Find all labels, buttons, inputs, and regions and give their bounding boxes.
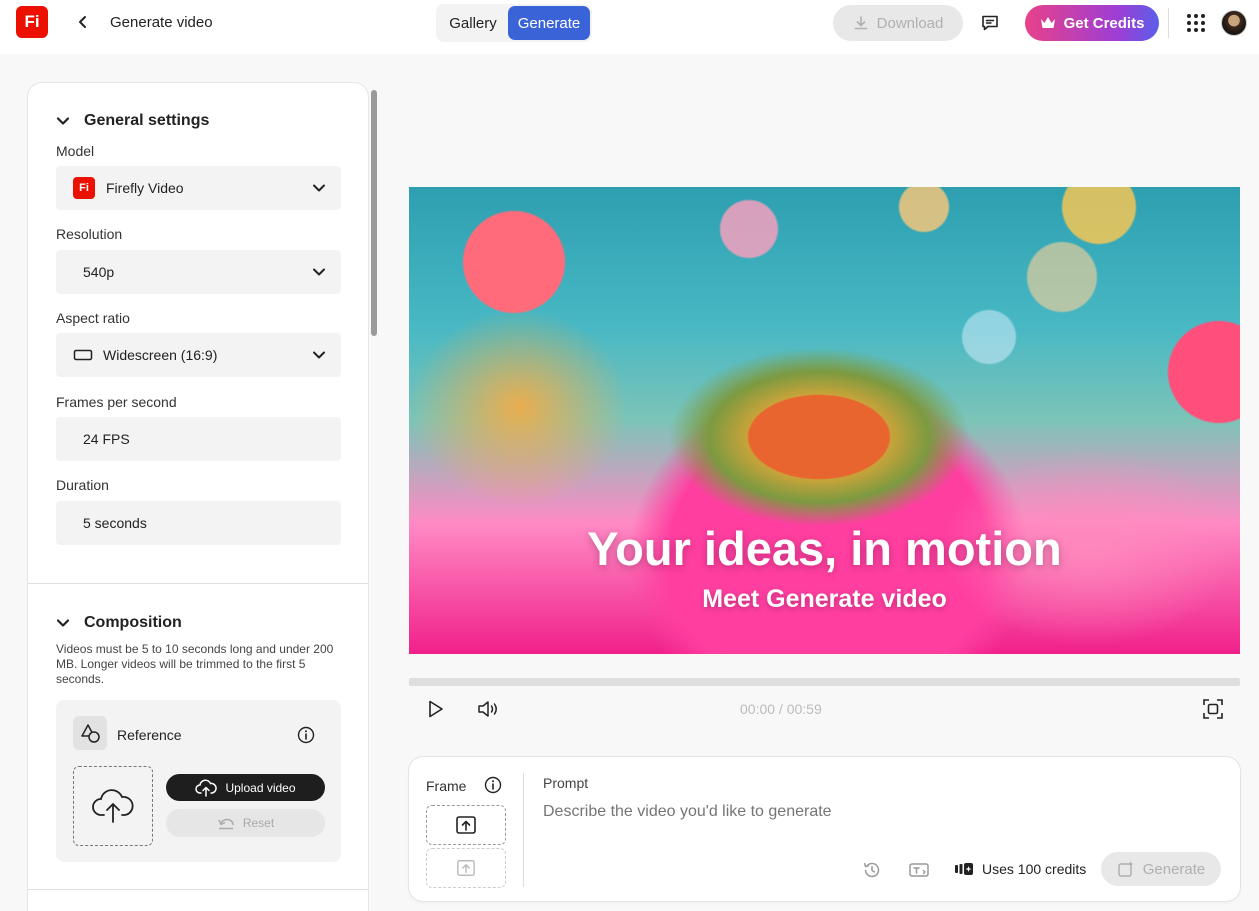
history-icon[interactable] bbox=[862, 860, 882, 880]
cloud-upload-icon bbox=[92, 789, 134, 823]
get-credits-button[interactable]: Get Credits bbox=[1025, 5, 1159, 41]
resolution-select[interactable]: 540p bbox=[56, 250, 341, 294]
aspect-ratio-value: Widescreen (16:9) bbox=[103, 347, 218, 363]
get-credits-label: Get Credits bbox=[1063, 14, 1145, 32]
video-decoration bbox=[409, 307, 629, 507]
video-progress-bar[interactable] bbox=[409, 678, 1240, 686]
model-value: Firefly Video bbox=[106, 180, 184, 196]
volume-icon[interactable] bbox=[476, 698, 500, 720]
sparkle-generate-icon bbox=[1117, 861, 1134, 877]
resolution-label: Resolution bbox=[56, 226, 123, 242]
firefly-model-logo: Fi bbox=[73, 177, 95, 199]
reset-button[interactable]: Reset bbox=[166, 809, 325, 837]
info-icon[interactable] bbox=[484, 776, 502, 794]
chevron-down-icon bbox=[313, 351, 325, 359]
credits-icon bbox=[955, 863, 973, 875]
section-divider bbox=[28, 583, 368, 584]
chevron-down-icon bbox=[56, 117, 70, 125]
video-time: 00:00 / 00:59 bbox=[740, 701, 822, 717]
view-switcher: Gallery Generate bbox=[436, 4, 592, 42]
frame-label: Frame bbox=[426, 778, 467, 794]
duration-field[interactable]: 5 seconds bbox=[56, 501, 341, 545]
video-subheadline: Meet Generate video bbox=[702, 585, 947, 613]
chevron-down-icon bbox=[313, 184, 325, 192]
upload-video-label: Upload video bbox=[225, 780, 296, 795]
model-select[interactable]: Fi Firefly Video bbox=[56, 166, 341, 210]
play-icon[interactable] bbox=[424, 698, 446, 720]
upload-icon bbox=[456, 816, 476, 834]
info-icon[interactable] bbox=[297, 726, 315, 744]
credits-info: Uses 100 credits bbox=[954, 861, 1086, 877]
section-divider bbox=[28, 889, 368, 890]
settings-panel: General settings Model Fi Firefly Video … bbox=[28, 83, 368, 911]
generate-button[interactable]: Generate bbox=[1101, 852, 1221, 886]
tab-generate[interactable]: Generate bbox=[508, 6, 590, 40]
prompt-input[interactable] bbox=[543, 803, 1203, 821]
back-button[interactable] bbox=[72, 11, 94, 33]
firefly-logo[interactable]: Fi bbox=[16, 6, 48, 38]
aspect-ratio-select[interactable]: Widescreen (16:9) bbox=[56, 333, 341, 377]
header-divider bbox=[1168, 8, 1169, 38]
tab-gallery[interactable]: Gallery bbox=[438, 6, 508, 40]
duration-value: 5 seconds bbox=[83, 515, 147, 531]
resolution-value: 540p bbox=[83, 264, 115, 280]
fps-label: Frames per second bbox=[56, 394, 177, 410]
upload-video-button[interactable]: Upload video bbox=[166, 774, 325, 801]
general-settings-title: General settings bbox=[84, 112, 210, 129]
fps-field[interactable]: 24 FPS bbox=[56, 417, 341, 461]
general-settings-header[interactable]: General settings bbox=[56, 112, 209, 130]
aspect-ratio-label: Aspect ratio bbox=[56, 310, 130, 326]
generate-label: Generate bbox=[1142, 860, 1206, 878]
model-label: Model bbox=[56, 143, 95, 159]
reset-label: Reset bbox=[242, 816, 275, 830]
prompt-divider bbox=[523, 773, 524, 887]
prompt-card: Frame Prompt Uses 100 credits Generate bbox=[409, 757, 1240, 901]
page-title: Generate video bbox=[110, 14, 213, 31]
download-button[interactable]: Download bbox=[833, 5, 963, 41]
chevron-down-icon bbox=[56, 619, 70, 627]
upload-icon bbox=[457, 860, 475, 876]
feedback-button[interactable] bbox=[978, 11, 1002, 35]
reference-card: Reference Upload video Reset bbox=[56, 700, 341, 862]
panel-scrollbar[interactable] bbox=[371, 90, 377, 336]
crown-icon bbox=[1040, 17, 1055, 28]
credits-text: Uses 100 credits bbox=[982, 861, 1087, 877]
shapes-icon bbox=[73, 716, 107, 750]
download-label: Download bbox=[876, 14, 944, 32]
composition-note: Videos must be 5 to 10 seconds long and … bbox=[56, 642, 334, 686]
top-bar: Fi Generate video Gallery Generate Downl… bbox=[0, 0, 1259, 54]
duration-label: Duration bbox=[56, 477, 109, 493]
last-frame-upload[interactable] bbox=[426, 848, 506, 888]
user-avatar[interactable] bbox=[1221, 10, 1247, 36]
composition-title: Composition bbox=[84, 614, 182, 631]
reference-drop-zone[interactable] bbox=[73, 766, 153, 846]
chevron-down-icon bbox=[313, 268, 325, 276]
cloud-upload-icon bbox=[195, 778, 218, 797]
video-headline: Your ideas, in motion bbox=[587, 522, 1062, 575]
undo-icon bbox=[218, 818, 234, 830]
video-preview[interactable]: Your ideas, in motion Meet Generate vide… bbox=[409, 187, 1240, 654]
composition-header[interactable]: Composition bbox=[56, 614, 182, 632]
chevron-left-icon bbox=[79, 16, 86, 28]
apps-grid-icon bbox=[1187, 14, 1205, 32]
chat-bubble-icon bbox=[982, 15, 998, 31]
download-icon bbox=[854, 16, 867, 30]
fullscreen-icon[interactable] bbox=[1202, 698, 1224, 720]
widescreen-icon bbox=[73, 349, 93, 361]
first-frame-upload[interactable] bbox=[426, 805, 506, 845]
fps-value: 24 FPS bbox=[83, 431, 130, 447]
text-style-icon[interactable] bbox=[908, 860, 930, 880]
apps-button[interactable] bbox=[1185, 12, 1207, 34]
prompt-label: Prompt bbox=[543, 775, 589, 791]
reference-title: Reference bbox=[117, 727, 182, 743]
